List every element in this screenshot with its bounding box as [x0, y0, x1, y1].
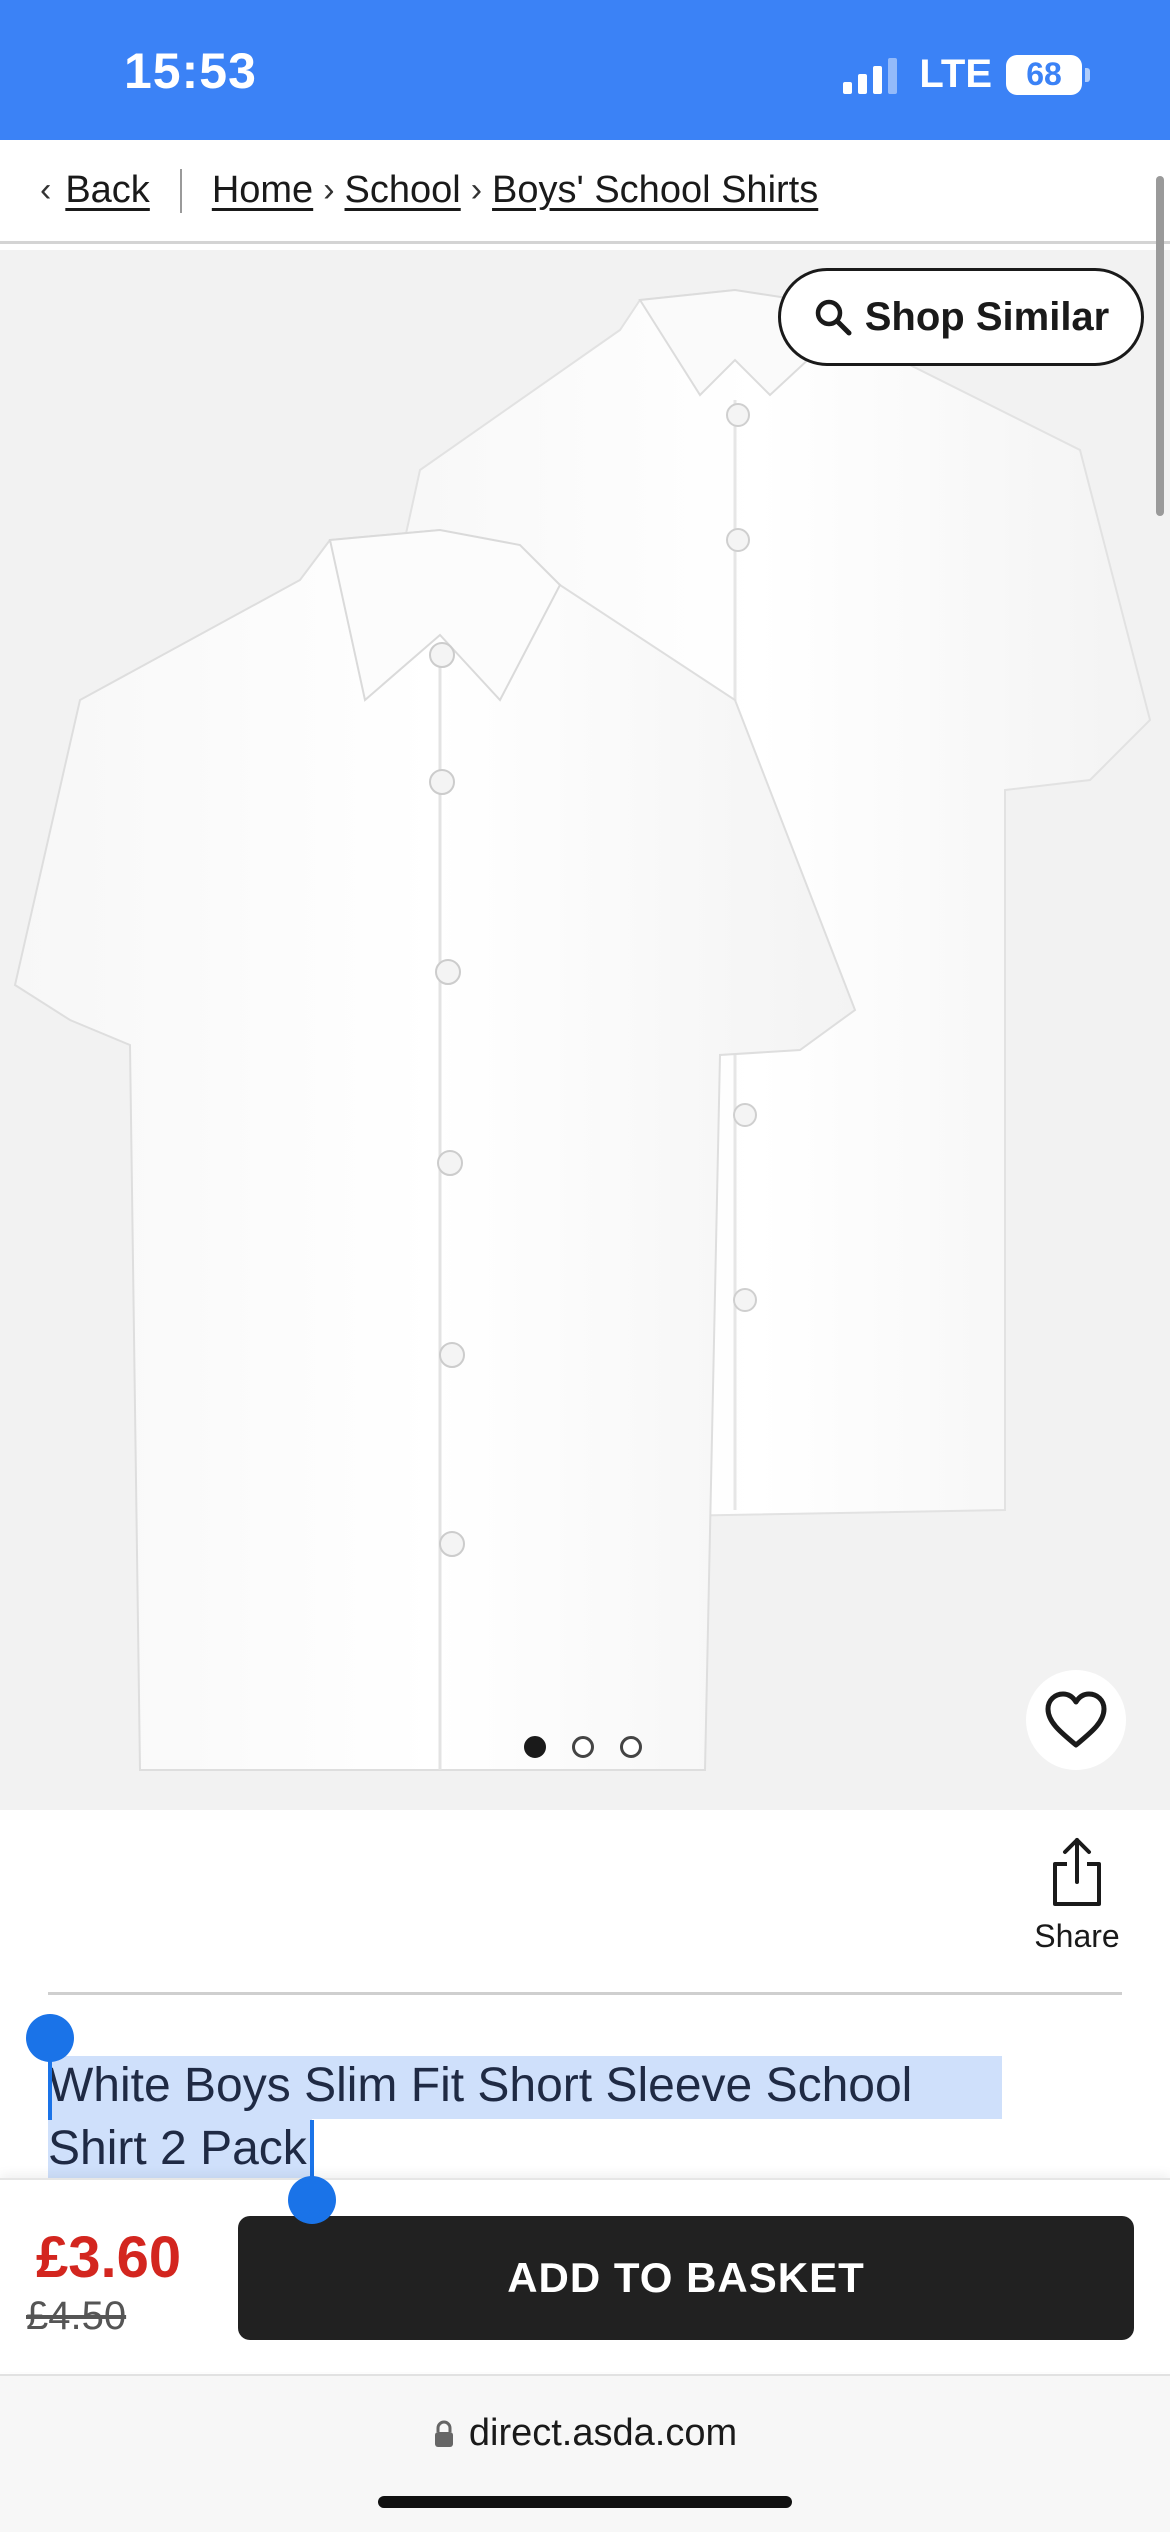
was-price: £4.50: [26, 2294, 127, 2338]
heart-icon: [1045, 1691, 1107, 1748]
signal-bars-icon: [843, 56, 898, 94]
selection-end-handle[interactable]: [288, 2176, 336, 2224]
breadcrumb-home[interactable]: Home: [212, 169, 313, 212]
status-bar: 15:53 LTE 68: [0, 0, 1170, 140]
breadcrumb-school[interactable]: School: [345, 169, 461, 212]
url-text: direct.asda.com: [468, 2412, 738, 2454]
favorite-button[interactable]: [1026, 1670, 1126, 1770]
carousel-dot-3[interactable]: [620, 1736, 642, 1758]
product-title[interactable]: White Boys Slim Fit Short Sleeve School …: [48, 2054, 1008, 2180]
status-indicators: LTE 68: [843, 52, 1090, 97]
search-icon: [815, 299, 852, 336]
chevron-right-icon: ›: [323, 171, 335, 209]
selection-end-caret: [310, 2120, 314, 2184]
browser-url-bar[interactable]: direct.asda.com: [0, 2374, 1170, 2532]
product-title-line-1: White Boys Slim Fit Short Sleeve School: [48, 2059, 913, 2112]
lock-icon: [434, 2420, 453, 2447]
url-display[interactable]: direct.asda.com: [0, 2412, 1170, 2455]
divider: [48, 1992, 1122, 1995]
buy-bar: £3.60 £4.50 ADD TO BASKET: [0, 2178, 1170, 2372]
share-icon: [1053, 1838, 1101, 1906]
carousel-dots: [524, 1736, 642, 1758]
shop-similar-button[interactable]: Shop Similar: [778, 268, 1144, 366]
battery-level: 68: [1006, 54, 1082, 95]
carousel-dot-1[interactable]: [524, 1736, 546, 1758]
selection-start-caret: [48, 2054, 52, 2120]
home-indicator[interactable]: [378, 2496, 792, 2508]
add-to-basket-button[interactable]: ADD TO BASKET: [238, 2216, 1134, 2340]
network-type: LTE: [919, 52, 992, 96]
breadcrumb: ‹ Back Home › School › Boys' School Shir…: [0, 140, 1170, 244]
chevron-left-icon: ‹: [40, 171, 52, 209]
share-button[interactable]: Share: [1030, 1836, 1124, 1955]
shop-similar-label: Shop Similar: [864, 294, 1110, 339]
breadcrumb-boys-school-shirts[interactable]: Boys' School Shirts: [492, 169, 818, 212]
product-image-gallery[interactable]: [0, 250, 1170, 1810]
share-label: Share: [1034, 1918, 1120, 1954]
product-image: [13, 288, 1152, 1771]
carousel-dot-2[interactable]: [572, 1736, 594, 1758]
breadcrumb-divider: [179, 168, 182, 213]
battery-icon: 68: [1006, 54, 1090, 95]
current-price: £3.60: [36, 2225, 182, 2290]
back-link[interactable]: Back: [65, 169, 149, 212]
product-title-line-2: Shirt 2 Pack: [48, 2122, 307, 2175]
chevron-right-icon: ›: [470, 171, 483, 209]
status-time: 15:53: [124, 43, 257, 99]
scrollbar[interactable]: [1156, 176, 1164, 516]
